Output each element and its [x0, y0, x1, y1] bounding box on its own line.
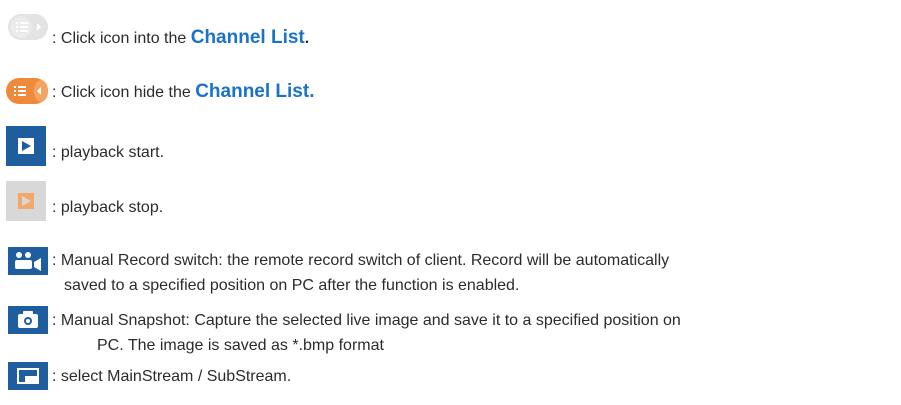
- channel-list-collapse-description: : Click icon hide the Channel List.: [52, 81, 315, 102]
- manual-record-description-line1: : Manual Record switch: the remote recor…: [52, 252, 670, 269]
- stream-select-description: : select MainStream / SubStream.: [52, 368, 292, 385]
- channel-list-expand-icon[interactable]: [8, 14, 48, 40]
- manual-record-description-line2: saved to a specified position on PC afte…: [64, 277, 520, 294]
- camera-icon[interactable]: [8, 306, 48, 334]
- channel-list-link: Channel List: [190, 27, 305, 48]
- play-icon[interactable]: [6, 126, 46, 166]
- record-icon[interactable]: [8, 247, 48, 275]
- play-disabled-icon[interactable]: [6, 181, 46, 221]
- channel-list-collapse-icon[interactable]: [6, 78, 48, 104]
- playback-stop-description: : playback stop.: [52, 199, 164, 216]
- playback-start-description: : playback start.: [52, 144, 165, 161]
- channel-list-expand-description: : Click icon into the Channel List.: [52, 27, 310, 48]
- manual-snapshot-description-line1: : Manual Snapshot: Capture the selected …: [52, 312, 681, 329]
- channel-list-link: Channel List.: [195, 81, 315, 102]
- stream-icon[interactable]: [8, 362, 48, 390]
- manual-snapshot-description-line2: PC. The image is saved as *.bmp format: [97, 337, 384, 354]
